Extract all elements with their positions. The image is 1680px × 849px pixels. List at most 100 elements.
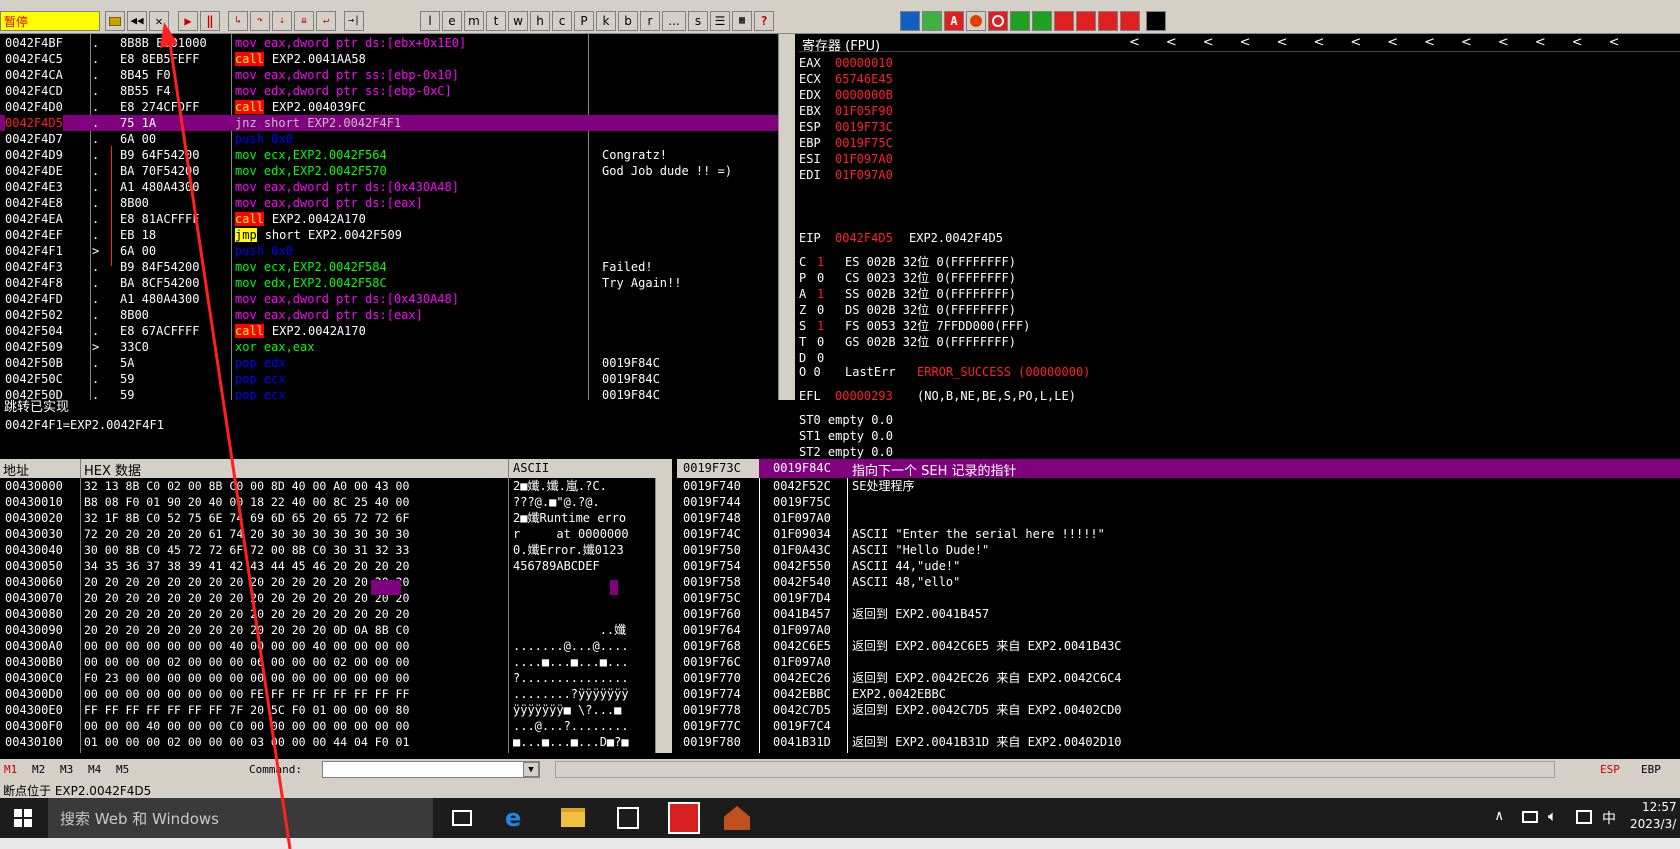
window-button-9[interactable]: b xyxy=(618,11,638,31)
disasm-row[interactable]: 0042F4BF. 8B8B E001000 mov eax,dword ptr d… xyxy=(0,35,778,51)
stack-row[interactable]: 0019F75C 0019F7D4 xyxy=(677,590,1680,606)
disasm-row[interactable]: 0042F4D5. 75 1A jnz short EXP2.0042F4F1 xyxy=(0,115,778,131)
window-button-8[interactable]: k xyxy=(596,11,616,31)
window-button-3[interactable]: t xyxy=(486,11,506,31)
volume-icon[interactable]: 🔈︎ xyxy=(1548,807,1557,825)
disasm-row[interactable]: 0042F4F1 >6A 00 push 0x0 xyxy=(0,243,778,259)
window-button-7[interactable]: P xyxy=(574,11,594,31)
stack-row[interactable]: 0019F740 0042F52C SE处理程序 xyxy=(677,478,1680,494)
execute-till-return-icon[interactable]: ↵ xyxy=(316,11,336,31)
fpu-row[interactable]: ST1 empty 0.0 xyxy=(799,428,893,444)
task-view-icon[interactable] xyxy=(452,810,472,826)
disasm-row[interactable]: 0042F4FD. A1 480A4300 mov eax,dword ptr ds… xyxy=(0,291,778,307)
cmd-right-esp[interactable]: ESP xyxy=(1600,763,1620,776)
window-button-10[interactable]: r xyxy=(640,11,660,31)
disasm-row[interactable]: 0042F4D0. E8 274CFDFF call EXP2.004039FC xyxy=(0,99,778,115)
disasm-row[interactable]: 0042F4D7. 6A 00 push 0x0 xyxy=(0,131,778,147)
command-input[interactable] xyxy=(322,761,540,778)
dump-row[interactable]: 00430010 B8 08 F0 01 90 20 40 00 18 22 40… xyxy=(0,494,655,510)
window-button-12[interactable]: s xyxy=(688,11,708,31)
window-button-5[interactable]: h xyxy=(530,11,550,31)
memory-tab-1[interactable]: M1 xyxy=(4,763,17,776)
disasm-row[interactable]: 0042F4DE. BA 70F54200 mov edx,EXP2.0042F57… xyxy=(0,163,778,179)
stack-pane[interactable]: 0019F740 0042F52C SE处理程序 0019F744 0019F75C 00… xyxy=(677,478,1680,753)
memory-tab-4[interactable]: M4 xyxy=(88,763,101,776)
cmd-right-ebp[interactable]: EBP xyxy=(1641,763,1661,776)
window-button-0[interactable]: l xyxy=(420,11,440,31)
disasm-row[interactable]: 0042F4F3. B9 84F54200 mov ecx,EXP2.0042F58… xyxy=(0,259,778,275)
plugin-icon-9[interactable] xyxy=(1076,11,1096,31)
windows-start-icon[interactable] xyxy=(14,809,32,827)
memory-tab-3[interactable]: M3 xyxy=(60,763,73,776)
edge-icon[interactable]: e xyxy=(505,804,521,832)
stack-row[interactable]: 0019F748 01F097A0 xyxy=(677,510,1680,526)
olly-app-icon[interactable] xyxy=(668,802,700,834)
plugin-icon-8[interactable] xyxy=(1054,11,1074,31)
grid-icon[interactable]: ▦ xyxy=(732,11,752,31)
run-icon[interactable]: ▶ xyxy=(178,11,198,31)
step-into-icon[interactable]: ↳ xyxy=(228,11,248,31)
disassembly-scrollbar[interactable] xyxy=(778,34,795,400)
register-scroll-arrows[interactable]: <<<<<<<<<<<<<< xyxy=(1129,35,1646,50)
stack-row[interactable]: 0019F74C 01F09034 ASCII "Enter the serial … xyxy=(677,526,1680,542)
list-icon[interactable]: ☰ xyxy=(710,11,730,31)
disasm-row[interactable]: 0042F504. E8 67ACFFFF call EXP2.0042A170 xyxy=(0,323,778,339)
stack-row[interactable]: 0019F754 0042F550 ASCII 44,"ude!" xyxy=(677,558,1680,574)
stack-row[interactable]: 0019F76C 01F097A0 xyxy=(677,654,1680,670)
trace-into-icon[interactable]: ⇣ xyxy=(272,11,292,31)
dump-row[interactable]: 004300D0 00 00 00 00 00 00 00 00 FE FF FF… xyxy=(0,686,655,702)
memory-tab-2[interactable]: M2 xyxy=(32,763,45,776)
plugin-icon-10[interactable] xyxy=(1098,11,1118,31)
dump-row[interactable]: 004300B0 00 00 00 00 02 00 00 00 06 00 00… xyxy=(0,654,655,670)
plugin-icon-12[interactable] xyxy=(1146,11,1166,31)
stack-row[interactable]: 0019F768 0042C6E5 返回到 EXP2.0042C6E5 来自 EXP… xyxy=(677,638,1680,654)
plugin-icon-2[interactable] xyxy=(922,11,942,31)
open-icon[interactable] xyxy=(105,11,125,31)
window-button-1[interactable]: e xyxy=(442,11,462,31)
pause-icon[interactable]: ‖ xyxy=(200,11,220,31)
clock-time[interactable]: 12:57 xyxy=(1642,800,1677,814)
stack-row[interactable]: 0019F744 0019F75C xyxy=(677,494,1680,510)
plugin-icon-4[interactable] xyxy=(966,11,986,31)
disasm-row[interactable]: 0042F4EA. E8 81ACFFFF call EXP2.0042A170 xyxy=(0,211,778,227)
dump-row[interactable]: 004300E0 FF FF FF FF FF FF FF 7F 20 5C F0… xyxy=(0,702,655,718)
disasm-row[interactable]: 0042F4C5. E8 8EB5FEFF call EXP2.0041AA58 xyxy=(0,51,778,67)
disasm-row[interactable]: 0042F4CA. 8B45 F0 mov eax,dword ptr ss:[eb… xyxy=(0,67,778,83)
plugin-icon-11[interactable] xyxy=(1120,11,1140,31)
plugin-icon-5[interactable] xyxy=(988,11,1008,31)
plugin-icon-6[interactable] xyxy=(1010,11,1030,31)
fpu-row[interactable]: ST2 empty 0.0 xyxy=(799,444,893,460)
plugin-icon-3[interactable]: A xyxy=(944,11,964,31)
stack-row[interactable]: 0019F750 01F0A43C ASCII "Hello Dude!" xyxy=(677,542,1680,558)
registers-pane[interactable]: 寄存器 (FPU) <<<<<<<<<<<<<< EAX 00000010 ECX 6… xyxy=(799,34,1680,491)
plugin-icon-7[interactable] xyxy=(1032,11,1052,31)
disasm-row[interactable]: 0042F50B. 5A pop edx 0019F84C xyxy=(0,355,778,371)
stack-row[interactable]: 0019F758 0042F540 ASCII 48,"ello" xyxy=(677,574,1680,590)
stack-row[interactable]: 0019F770 0042EC26 返回到 EXP2.0042EC26 来自 EXP… xyxy=(677,670,1680,686)
dump-row[interactable]: 00430080 20 20 20 20 20 20 20 20 20 20 20… xyxy=(0,606,655,622)
fpu-row[interactable]: ST0 empty 0.0 xyxy=(799,412,893,428)
dump-row[interactable]: 004300C0 F0 23 00 00 00 00 00 00 00 00 00… xyxy=(0,670,655,686)
disasm-row[interactable]: 0042F4CD. 8B55 F4 mov edx,dword ptr ss:[eb… xyxy=(0,83,778,99)
ime-indicator[interactable]: 中 xyxy=(1602,808,1616,828)
dump-row[interactable]: 00430100 01 00 00 00 02 00 00 00 03 00 00… xyxy=(0,734,655,750)
disasm-row[interactable]: 0042F4E8. 8B00 mov eax,dword ptr ds:[eax] xyxy=(0,195,778,211)
disasm-row[interactable]: 0042F502. 8B00 mov eax,dword ptr ds:[eax] xyxy=(0,307,778,323)
notification-icon[interactable] xyxy=(1576,810,1592,824)
dump-row[interactable]: 00430000 32 13 8B C0 02 00 8B C0 00 8D 40… xyxy=(0,478,655,494)
dump-row[interactable]: 00430090 20 20 20 20 20 20 20 20 20 20 20… xyxy=(0,622,655,638)
disasm-row[interactable]: 0042F4F8. BA 8CF54200 mov edx,EXP2.0042F58… xyxy=(0,275,778,291)
plugin-icon-1[interactable] xyxy=(900,11,920,31)
stack-row[interactable]: 0019F774 0042EBBC EXP2.0042EBBC xyxy=(677,686,1680,702)
tray-chevron-icon[interactable]: ∧ xyxy=(1495,808,1503,824)
dump-row[interactable]: 00430040 30 00 8B C0 45 72 72 6F 72 00 8B… xyxy=(0,542,655,558)
disasm-row[interactable]: 0042F4EF. EB 18 jmp short EXP2.0042F509 xyxy=(0,227,778,243)
stack-row[interactable]: 0019F780 0041B31D 返回到 EXP2.0041B31D 来自 EXP… xyxy=(677,734,1680,750)
app-house-icon[interactable] xyxy=(724,806,750,830)
window-button-4[interactable]: w xyxy=(508,11,528,31)
dump-row[interactable]: 00430060 20 20 20 20 20 20 20 20 20 20 20… xyxy=(0,574,655,590)
step-over-icon[interactable]: ↷ xyxy=(250,11,270,31)
close-icon[interactable]: ✕ xyxy=(149,11,169,31)
dump-row[interactable]: 00430050 34 35 36 37 38 39 41 42 43 44 45… xyxy=(0,558,655,574)
stack-selected-row[interactable]: 0019F73C 0019F84C 指向下一个 SEH 记录的指针 xyxy=(677,459,1680,479)
